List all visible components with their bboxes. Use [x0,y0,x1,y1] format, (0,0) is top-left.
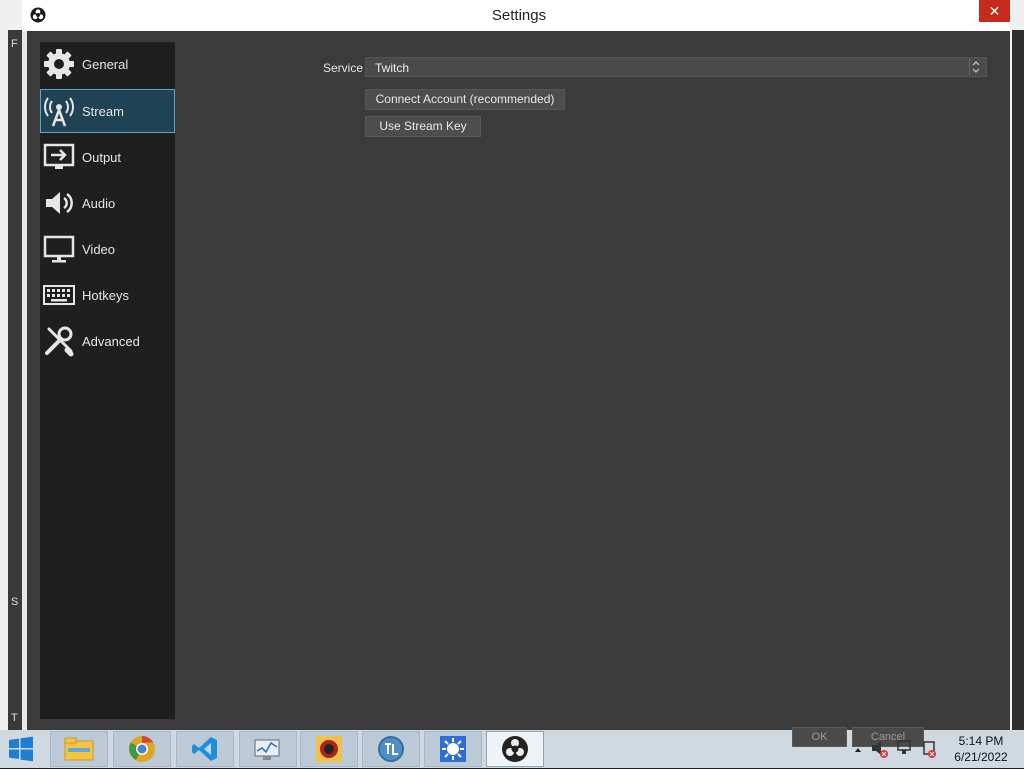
sidebar-item-label: General [82,56,129,72]
sidebar-item-label: Hotkeys [82,287,129,303]
service-dropdown[interactable]: Twitch [365,57,987,77]
window-title: Settings [491,7,547,24]
taskbar-sun-app[interactable] [424,731,482,767]
obs-icon [502,736,528,762]
settings-dialog: Settings ✕ General Stream Output Audio V… [22,0,1010,730]
service-selected-value: Twitch [375,61,410,75]
taskbar-obs[interactable] [486,731,544,767]
sidebar-item-stream[interactable]: Stream [40,89,175,133]
show-hidden-icons-icon [855,748,861,752]
service-label: Service [323,61,364,75]
sidebar-item-audio[interactable]: Audio [40,181,175,225]
speaker-icon [42,186,76,220]
vscode-icon [192,737,217,761]
sidebar-item-general[interactable]: General [40,42,175,86]
file-explorer-icon [64,737,94,761]
tl-app-icon [378,736,404,762]
use-stream-key-button[interactable]: Use Stream Key [365,116,481,137]
broadcast-tower-icon [42,94,76,128]
sidebar-item-advanced[interactable]: Advanced [40,319,175,363]
sidebar-item-label: Stream [82,103,124,119]
wrench-screwdriver-icon [42,324,76,358]
taskbar: OK Cancel 5:14 PM 6/21/2022 [0,727,1024,768]
taskbar-game-app[interactable] [300,731,358,767]
gear-icon [42,47,76,81]
sidebar-item-label: Output [82,149,122,165]
settings-body: General Stream Output Audio Video Hotkey… [27,31,1010,730]
clock-time: 5:14 PM [958,734,1004,748]
background-edge-text: T [11,712,18,724]
taskbar-vscode[interactable] [176,731,234,767]
notification-error-icon [923,741,936,758]
game-app-icon [316,736,342,762]
clock-date: 6/21/2022 [954,750,1008,764]
network-icon [897,740,911,754]
start-button[interactable] [6,734,40,764]
taskbar-chrome-canary[interactable] [113,731,171,767]
title-bar: Settings ✕ [22,0,1010,31]
windows-logo-icon [9,736,33,762]
monitor-icon [42,232,76,266]
background-window-left-panel [8,30,22,730]
sidebar-item-hotkeys[interactable]: Hotkeys [40,273,175,317]
sidebar-item-label: Audio [82,195,116,211]
taskbar-tl-app[interactable] [362,731,420,767]
background-window-right-panel [1012,30,1024,730]
taskbar-file-explorer[interactable] [50,731,108,767]
updown-arrows-icon [969,59,982,75]
system-tray [855,740,936,758]
sidebar-item-video[interactable]: Video [40,227,175,271]
volume-muted-icon [872,741,888,758]
keyboard-icon [42,278,76,312]
connect-account-button[interactable]: Connect Account (recommended) [365,89,565,110]
sidebar-item-label: Video [82,241,116,257]
ok-button[interactable]: OK [792,727,847,747]
sun-app-icon [440,736,466,762]
sidebar-item-label: Advanced [82,333,140,349]
settings-sidebar: General Stream Output Audio Video Hotkey… [40,42,175,719]
background-edge-text: S [11,596,19,608]
taskbar-performance-monitor[interactable] [239,731,297,767]
sidebar-item-output[interactable]: Output [40,135,175,179]
close-button[interactable]: ✕ [979,0,1010,22]
chrome-canary-icon [129,735,155,762]
output-monitor-icon [42,140,76,174]
taskbar-clock[interactable]: 5:14 PM 6/21/2022 [944,733,1018,765]
performance-monitor-icon [254,739,280,760]
background-edge-text: F [11,38,18,50]
